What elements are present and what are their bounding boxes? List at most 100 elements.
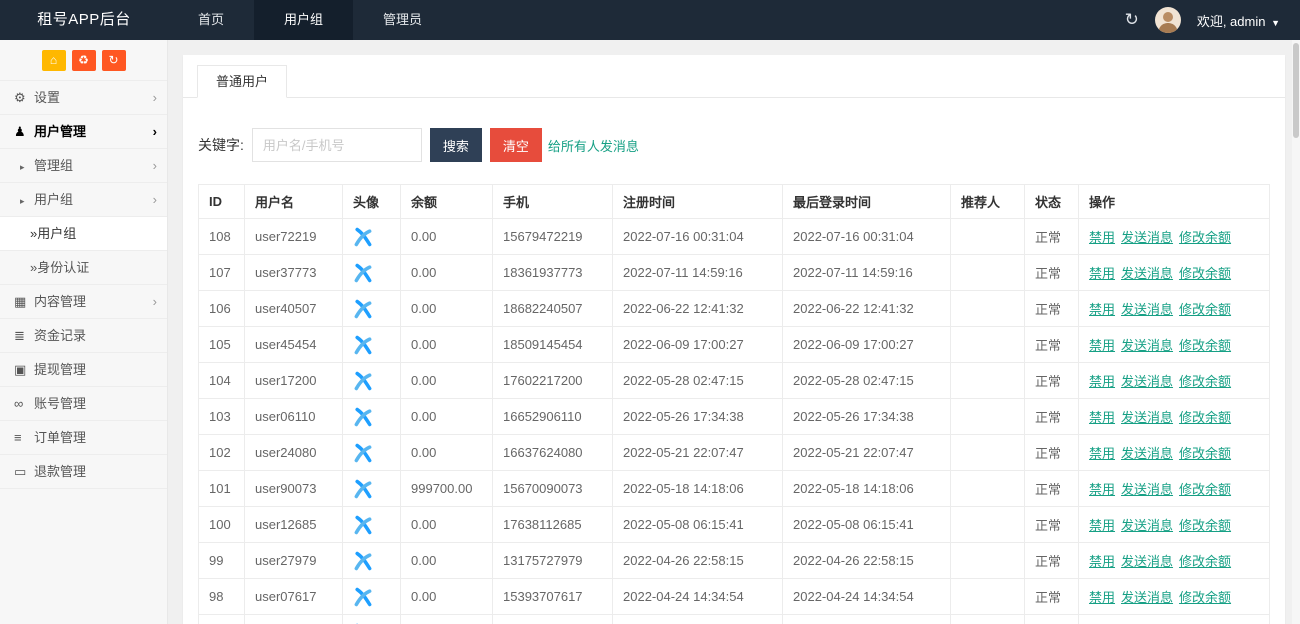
send-message-link[interactable]: 发送消息	[1121, 590, 1173, 605]
disable-link[interactable]: 禁用	[1089, 410, 1115, 425]
send-message-link[interactable]: 发送消息	[1121, 446, 1173, 461]
disable-link[interactable]: 禁用	[1089, 518, 1115, 533]
avatar-icon	[353, 335, 373, 355]
sidebar-item-icon: ≣	[14, 319, 34, 353]
search-button[interactable]: 搜索	[430, 128, 482, 162]
sidebar-item-icon: ⚙	[14, 81, 34, 115]
clear-button[interactable]: 清空	[490, 128, 542, 162]
send-message-link[interactable]: 发送消息	[1121, 518, 1173, 533]
sidebar-item-5[interactable]: »身份认证	[0, 251, 167, 285]
chevron-right-icon: ›	[153, 183, 157, 217]
modify-balance-link[interactable]: 修改余额	[1179, 446, 1231, 461]
column-header-7: 推荐人	[951, 185, 1025, 219]
send-message-link[interactable]: 发送消息	[1121, 302, 1173, 317]
nav-item-2[interactable]: 管理员	[353, 0, 452, 40]
modify-balance-link[interactable]: 修改余额	[1179, 410, 1231, 425]
refresh-icon[interactable]: ↻	[1125, 10, 1139, 30]
cell-referrer	[951, 543, 1025, 579]
sidebar-item-4[interactable]: »用户组	[0, 217, 167, 251]
modify-balance-link[interactable]: 修改余额	[1179, 338, 1231, 353]
modify-balance-link[interactable]: 修改余额	[1179, 266, 1231, 281]
cell-id: 101	[199, 471, 245, 507]
home-button[interactable]: ⌂	[42, 50, 66, 71]
sidebar-item-10[interactable]: ≡订单管理	[0, 421, 167, 455]
refresh-button[interactable]: ↻	[102, 50, 126, 71]
sidebar-item-9[interactable]: ∞账号管理	[0, 387, 167, 421]
sidebar-item-label: 订单管理	[34, 430, 86, 445]
cell-balance: 0.00	[401, 255, 493, 291]
cell-actions: 禁用发送消息修改余额	[1079, 399, 1270, 435]
cell-actions: 禁用发送消息修改余额	[1079, 507, 1270, 543]
cell-actions: 禁用发送消息修改余额	[1079, 543, 1270, 579]
cell-avatar	[343, 327, 401, 363]
cell-last-login: 2022-05-18 14:18:06	[783, 471, 951, 507]
sidebar-item-0[interactable]: ⚙设置›	[0, 81, 167, 115]
cell-phone: 17602217200	[493, 363, 613, 399]
disable-link[interactable]: 禁用	[1089, 302, 1115, 317]
sidebar-item-8[interactable]: ▣提现管理	[0, 353, 167, 387]
table-row: 98user076170.00153937076172022-04-24 14:…	[199, 579, 1270, 615]
sidebar-item-7[interactable]: ≣资金记录	[0, 319, 167, 353]
disable-link[interactable]: 禁用	[1089, 446, 1115, 461]
send-message-link[interactable]: 发送消息	[1121, 266, 1173, 281]
cell-phone: 16652906110	[493, 399, 613, 435]
send-message-link[interactable]: 发送消息	[1121, 338, 1173, 353]
welcome-dropdown[interactable]: 欢迎, admin ▼	[1197, 11, 1280, 30]
cell-referrer	[951, 615, 1025, 624]
cell-last-login: 2022-06-09 17:00:27	[783, 327, 951, 363]
broadcast-message-link[interactable]: 给所有人发消息	[548, 136, 639, 155]
scrollbar-thumb[interactable]	[1293, 43, 1299, 138]
cell-reg-time: 2022-05-26 17:34:38	[613, 399, 783, 435]
send-message-link[interactable]: 发送消息	[1121, 230, 1173, 245]
sidebar-item-3[interactable]: ▸用户组›	[0, 183, 167, 217]
table-row: 108user722190.00156794722192022-07-16 00…	[199, 219, 1270, 255]
disable-link[interactable]: 禁用	[1089, 338, 1115, 353]
navbar-menu: 首页用户组管理员	[168, 0, 452, 40]
disable-link[interactable]: 禁用	[1089, 590, 1115, 605]
cell-reg-time: 2022-04-24 14:34:54	[613, 579, 783, 615]
tab-normal-users[interactable]: 普通用户	[197, 65, 287, 98]
nav-item-0[interactable]: 首页	[168, 0, 254, 40]
send-message-link[interactable]: 发送消息	[1121, 374, 1173, 389]
nav-item-1[interactable]: 用户组	[254, 0, 353, 40]
sidebar-item-11[interactable]: ▭退款管理	[0, 455, 167, 489]
modify-balance-link[interactable]: 修改余额	[1179, 518, 1231, 533]
cell-username: user06110	[245, 399, 343, 435]
send-message-link[interactable]: 发送消息	[1121, 410, 1173, 425]
sidebar-item-label: »身份认证	[30, 260, 89, 275]
vertical-scrollbar[interactable]	[1292, 40, 1300, 624]
clear-cache-button[interactable]: ♻	[72, 50, 96, 71]
cell-actions: 禁用发送消息修改余额	[1079, 255, 1270, 291]
avatar-icon	[353, 227, 373, 247]
sidebar-item-6[interactable]: ▦内容管理›	[0, 285, 167, 319]
cell-id: 108	[199, 219, 245, 255]
cell-phone: 18361937773	[493, 255, 613, 291]
disable-link[interactable]: 禁用	[1089, 266, 1115, 281]
sidebar-item-1[interactable]: ♟用户管理›	[0, 115, 167, 149]
user-table: ID用户名头像余额手机注册时间最后登录时间推荐人状态操作 108user7221…	[198, 184, 1270, 624]
sidebar-item-icon: ▸	[20, 150, 34, 184]
sidebar-item-2[interactable]: ▸管理组›	[0, 149, 167, 183]
search-input[interactable]	[252, 128, 422, 162]
disable-link[interactable]: 禁用	[1089, 554, 1115, 569]
modify-balance-link[interactable]: 修改余额	[1179, 374, 1231, 389]
cell-status: 正常	[1025, 363, 1079, 399]
modify-balance-link[interactable]: 修改余额	[1179, 230, 1231, 245]
modify-balance-link[interactable]: 修改余额	[1179, 554, 1231, 569]
disable-link[interactable]: 禁用	[1089, 230, 1115, 245]
cell-balance: 0.00	[401, 399, 493, 435]
cell-username	[245, 615, 343, 624]
modify-balance-link[interactable]: 修改余额	[1179, 302, 1231, 317]
modify-balance-link[interactable]: 修改余额	[1179, 590, 1231, 605]
modify-balance-link[interactable]: 修改余额	[1179, 482, 1231, 497]
disable-link[interactable]: 禁用	[1089, 482, 1115, 497]
sidebar-item-label: 退款管理	[34, 464, 86, 479]
send-message-link[interactable]: 发送消息	[1121, 482, 1173, 497]
avatar-icon	[353, 407, 373, 427]
cell-last-login	[783, 615, 951, 624]
user-avatar[interactable]	[1155, 7, 1181, 33]
disable-link[interactable]: 禁用	[1089, 374, 1115, 389]
avatar-icon	[353, 263, 373, 283]
send-message-link[interactable]: 发送消息	[1121, 554, 1173, 569]
cell-last-login: 2022-05-28 02:47:15	[783, 363, 951, 399]
